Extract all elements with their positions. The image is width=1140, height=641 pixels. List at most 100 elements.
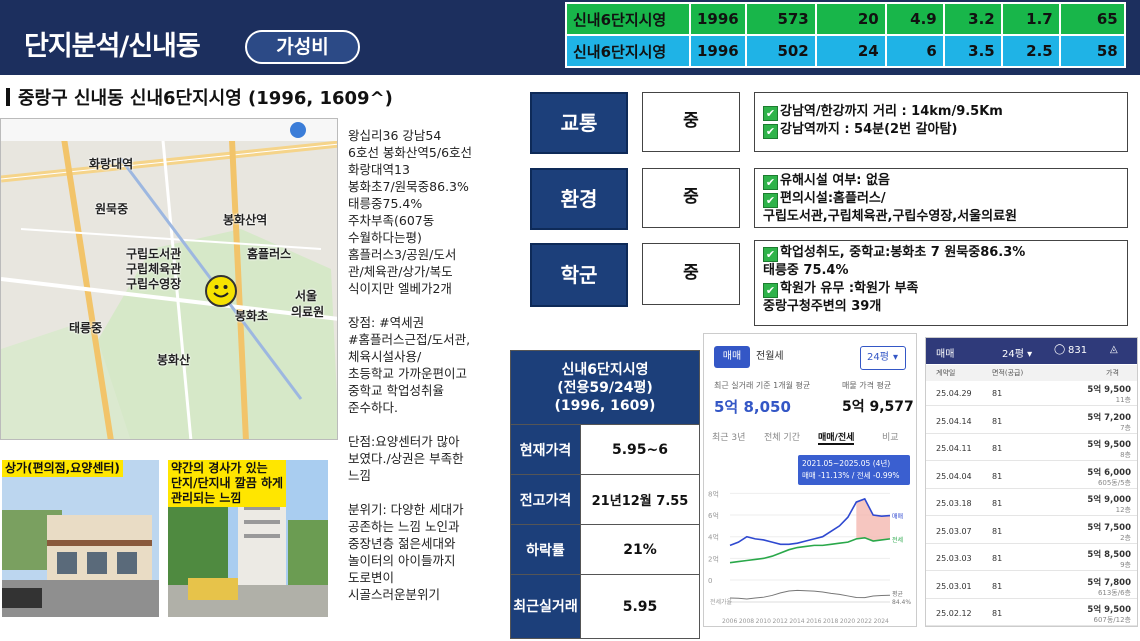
note-line: 도로변이 [348,570,395,585]
complex-name: 신내6단지시영 [565,34,691,68]
row-floor: 2층 [1120,533,1131,542]
detail-text: 학업성취도, 중학교:봉화초 7 원묵중86.3% [780,245,1026,260]
note-line: #홈플러스근접/도서관, [348,332,471,347]
row-date: 25.04.04 [936,471,972,481]
table-row[interactable]: 25.04.29 81 5억 9,500 11층 [926,382,1137,406]
map-label-pool: 구립수영장 [126,277,182,291]
note-line: 분위기: 다양한 세대가 [348,502,464,517]
tab-sale[interactable]: 매매 [714,346,750,368]
eval-label-school: 학군 [530,243,628,307]
row-date: 25.04.11 [936,444,972,453]
row-value: 5.95~6 [580,424,700,475]
note-line: 태릉중75.4% [348,196,423,211]
row-floor: 7층 [1120,423,1131,432]
x-tick-label: 2012 [773,618,788,625]
x-tick-label: 2022 [857,618,872,625]
note-line: 왕십리36 강남54 [348,128,442,143]
note-line: 준수하다. [348,400,398,415]
row-area: 81 [992,609,1003,618]
table-row: 현재가격 5.95~6 [510,424,700,475]
period-tab[interactable]: 비교 [882,430,899,443]
table-row[interactable]: 25.03.01 81 5억 7,800 613동/6층 [926,575,1137,599]
detail-text: 강남역까지 : 54분(2번 갈아탐) [780,122,958,137]
table-row: 최근실거래 5.95 [510,574,700,639]
eval-grade-school: 중 [642,243,740,305]
cell: 1.7 [1000,2,1061,36]
comment-icon: ◯ [1054,344,1066,355]
summary-table: 신내6단지시영 1996 573 20 4.9 3.2 1.7 65 신내6단지… [565,2,1126,68]
table-row: 신내6단지시영 1996 573 20 4.9 3.2 1.7 65 [565,2,1126,36]
list-size-select[interactable]: 24평 ▾ [1002,345,1032,360]
map-label-taereung: 태릉중 [69,321,103,335]
detail-line: ✔ 유해시설 여부: 없음 [763,172,1119,190]
checkmark-icon: ✔ [763,283,778,298]
bell-icon[interactable]: ◬ [1110,344,1118,355]
note-line: 6호선 봉화산역5/6호선 [348,145,473,160]
location-map[interactable]: 화랑대역 원묵중 구립도서관 구립체육관 구립수영장 봉화산역 홈플러스 서울 … [0,118,338,440]
table-row[interactable]: 25.04.11 81 5억 9,500 8층 [926,437,1137,461]
table-row: 전고가격 21년12월 7.55 [510,474,700,525]
row-floor: 12층 [1115,506,1131,514]
row-date: 25.03.03 [936,554,972,563]
detail-text: 강남역/한강까지 거리 : 14km/9.5Km [780,104,1003,119]
complex-heading-text: 중랑구 신내동 신내6단지시영 (1996, 1609^) [18,88,393,109]
row-area: 81 [992,581,1003,591]
period-tab[interactable]: 전체 기간 [764,430,800,443]
table-row[interactable]: 25.03.18 81 5억 9,000 12층 [926,492,1137,516]
note-line: 봉화초7/원묵중86.3% [348,179,469,194]
table-row[interactable]: 25.03.07 81 5억 7,500 2층 [926,520,1137,544]
row-label: 최근실거래 [510,574,581,639]
detail-text: 유해시설 여부: 없음 [780,173,890,188]
map-label-bonghwacho: 봉화초 [235,309,269,323]
detail-text: 편의시설:홈플러스/ [780,191,886,206]
header-line: (1996, 1609) [554,397,656,414]
eval-label-traffic: 교통 [530,92,628,154]
row-value: 5.95 [580,574,700,639]
complex-photo-caption-line: 약간의 경사가 있는 [171,461,268,475]
y-tick-label: 4억 [708,534,719,542]
checkmark-icon: ✔ [763,124,778,139]
row-price: 5억 9,500 [1087,605,1131,615]
row-floor: 607동/12층 [1093,616,1131,624]
detail-line: ✔ 학업성취도, 중학교:봉화초 7 원묵중86.3% [763,244,1119,262]
period-tab[interactable]: 최근 3년 [712,430,745,443]
table-row[interactable]: 25.02.12 81 5억 9,500 607동/12층 [926,602,1137,626]
eval-detail-traffic: ✔ 강남역/한강까지 거리 : 14km/9.5Km ✔ 강남역까지 : 54분(2… [754,92,1128,152]
row-price: 5억 8,500 [1087,550,1131,560]
x-tick-label: 2018 [823,618,838,625]
checkmark-icon: ✔ [763,106,778,121]
table-row[interactable]: 25.03.03 81 5억 8,500 9층 [926,547,1137,571]
cell: 3.2 [942,2,1003,36]
note-line: 화랑대역13 [348,162,410,177]
size-select-value: 24평 [867,352,889,363]
list-column-headers: 계약일 면적(공급) 가격 [926,365,1137,381]
ratio-line [729,589,891,600]
eval-label-environment: 환경 [530,168,628,230]
col-area: 면적(공급) [992,369,1024,377]
row-date: 25.04.14 [936,416,972,426]
cell: 58 [1058,34,1126,68]
recent-label: 최근 실거래 기준 1개월 평균 [714,381,811,390]
size-select[interactable]: 24평 ▾ [860,346,906,370]
note-line: 보였다./상권은 부족한 [348,451,464,466]
table-row[interactable]: 25.04.14 81 5억 7,200 7층 [926,410,1137,434]
map-label-hwarang: 화랑대역 [89,157,134,171]
table-row[interactable]: 25.04.04 81 5억 6,000 605동/5층 [926,465,1137,489]
price-line-chart: 8억 6억 4억 2억 0 매매전세전세가율 평균84.4% 2006 2008 2010 2012… [708,490,911,625]
price-summary-table: 신내6단지시영 (전용59/24평) (1996, 1609) 현재가격 5.9… [510,350,700,639]
page-title: 단지분석/신내동 [24,31,201,62]
table-row: 신내6단지시영 1996 502 24 6 3.5 2.5 58 [565,34,1126,68]
row-value: 21% [580,524,700,575]
chevron-down-icon: ▾ [892,352,898,363]
y-tick-label: 8억 [708,490,719,498]
y-tick-label: 2억 [708,555,719,563]
y-tick-label: 6억 [708,512,719,520]
row-price: 5억 7,200 [1087,412,1131,423]
col-price: 가격 [1106,369,1119,377]
period-tab-active[interactable]: 매매/전세 [818,430,855,445]
cell: 20 [814,2,887,36]
detail-line: ✔ 강남역까지 : 54분(2번 갈아탐) [763,121,1119,139]
list-tab-sale[interactable]: 매매 [936,345,954,360]
tab-rent[interactable]: 전월세 [756,346,784,368]
row-price: 5억 9,000 [1087,495,1131,505]
